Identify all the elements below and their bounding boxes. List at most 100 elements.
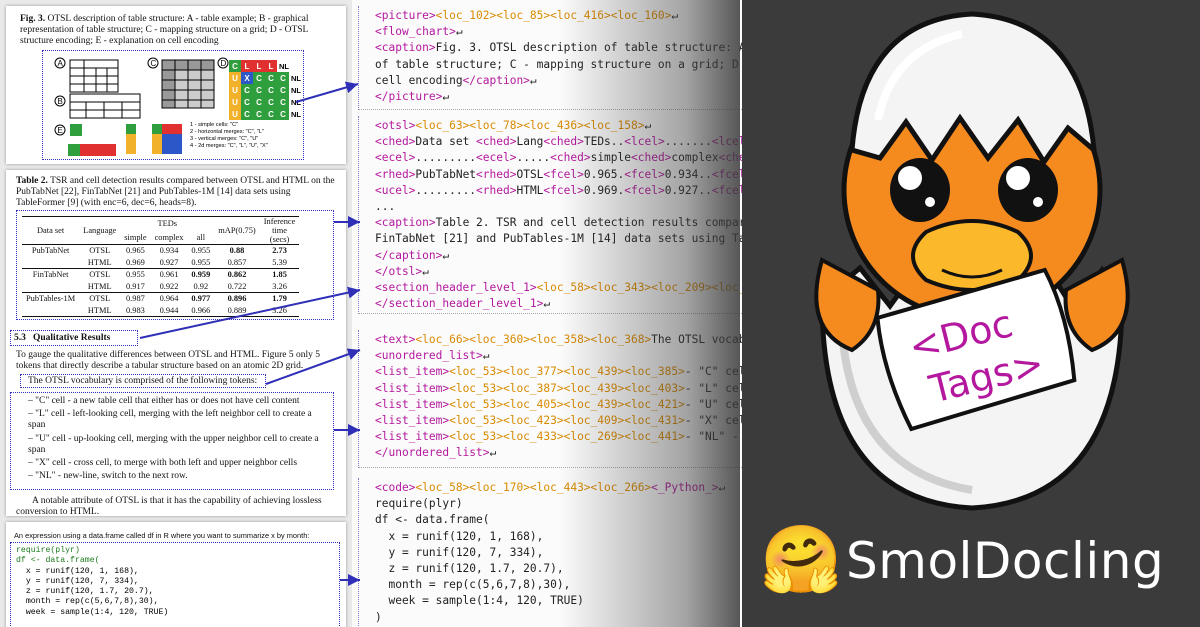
doctags-line: of table structure; C - mapping structur… [375, 57, 739, 71]
table-cell: 0.955 [125, 270, 145, 280]
paper-code-line: df <- data.frame( [16, 556, 100, 566]
otsl-token: U [229, 96, 241, 108]
doctags-otsl-block: <otsl><loc_63><loc_78><loc_436><loc_158>… [358, 116, 742, 314]
otsl-token: C [253, 72, 265, 84]
svg-text:E: E [58, 126, 63, 135]
section-number: 5.3 [14, 333, 26, 343]
doctags-line: FinTabNet [21] and PubTables-1M [14] dat… [375, 232, 742, 246]
doctags-line: <ucel>.........<rhed>HTML<fcel>0.969.<fc… [375, 183, 742, 197]
otsl-token: C [253, 108, 265, 120]
paper-code-block: require(plyr) df <- data.frame( x = runif… [16, 546, 168, 618]
otsl-token: C [253, 96, 265, 108]
figure-legend: 1 - simple cells: "C" 2 - horizontal mer… [190, 122, 268, 150]
table-caption-label: Table 2. [16, 176, 48, 186]
qualitative-paragraph: To gauge the qualitative differences bet… [16, 350, 321, 372]
duck-left-eye [890, 158, 950, 222]
paper-code-line: week = sample(1:4, 120, TRUE) [16, 607, 169, 617]
figure-caption-text: OTSL description of table structure: A -… [20, 14, 309, 46]
otsl-token: C [265, 108, 277, 120]
otsl-token: C [277, 84, 289, 96]
table-caption: Table 2. TSR and cell detection results … [16, 176, 338, 209]
doctags-line: </otsl>↵ [375, 264, 429, 278]
svg-text:C: C [151, 59, 157, 68]
table-cell: 0.722 [227, 281, 247, 291]
legend-item: 1 - simple cells: "C" [190, 122, 239, 128]
paper-code-sheet: An expression using a data.frame called … [6, 522, 346, 627]
otsl-token: C [253, 84, 265, 96]
table-cell: 0.862 [227, 270, 247, 280]
table-cell: 0.922 [159, 281, 179, 291]
table-cell: 0.889 [227, 305, 247, 315]
table-cell: PubTables-1M [26, 294, 76, 304]
doctags-line: ) [375, 610, 382, 624]
table-row: PubTabNet OTSL 0.965 0.934 0.955 0.88 2.73 [22, 244, 300, 257]
table-cell: OTSL [89, 246, 111, 256]
table-row: HTML 0.917 0.922 0.92 0.722 3.26 [22, 281, 299, 293]
table-cell: 0.959 [191, 270, 211, 280]
th-dataset: Data set [36, 226, 65, 235]
otsl-token: L [265, 60, 277, 72]
doctags-line: </unordered_list>↵ [375, 446, 497, 460]
otsl-token: L [253, 60, 265, 72]
doctags-line: <flow_chart>↵ [375, 25, 463, 39]
otsl-token: NL [291, 110, 301, 119]
legend-item: 2 - horizontal merges: "C", "L" [190, 129, 264, 135]
table-cell [22, 305, 79, 317]
otsl-encoding-grid: C L L L NL U X C C C NL U C C C C NL U C C C C NL U C C C C NL [229, 60, 309, 122]
legend-item: 4 - 2d merges: "C", "L", "U", "X" [190, 143, 268, 149]
doctags-line: <section_header_level_1><loc_58><loc_343… [375, 281, 742, 295]
hugging-face-emoji: 🤗 [760, 524, 843, 597]
svg-text:D: D [221, 59, 227, 68]
table-caption-text: TSR and cell detection results compared … [16, 176, 335, 208]
figure-caption-label: Fig. 3. [20, 14, 46, 24]
table-cell: 0.896 [227, 294, 247, 304]
legend-item: 3 - vertical merges: "C", "U" [190, 136, 259, 142]
th-teds: TEDs [157, 219, 178, 229]
vocab-intro: The OTSL vocabulary is comprised of the … [28, 376, 258, 386]
table-cell: 2.73 [272, 246, 287, 256]
table-cell: 3.26 [272, 305, 287, 315]
table-row: HTML 0.983 0.944 0.966 0.889 3.26 [22, 305, 299, 317]
doctags-list-block: <text><loc_66><loc_360><loc_358><loc_368… [358, 330, 742, 468]
paper-code-line: x = runif(120, 1, 168), [16, 566, 139, 576]
doctags-line: ... [375, 200, 396, 214]
table-cell: 0.983 [125, 305, 145, 315]
th-complex: complex [154, 232, 184, 242]
otsl-token: C [277, 108, 289, 120]
doctags-line: df <- data.frame( [375, 513, 490, 527]
doctags-line: <list_item><loc_53><loc_423><loc_409><lo… [375, 414, 742, 428]
doctags-line: <ecel>.........<ecel>.....<ched>simple<c… [375, 151, 742, 165]
fig-e-simple [70, 124, 82, 136]
otsl-token: C [277, 96, 289, 108]
doctags-line: <otsl><loc_63><loc_78><loc_436><loc_158>… [375, 119, 652, 132]
th-simple: simple [124, 232, 147, 242]
paper-table-sheet: Table 2. TSR and cell detection results … [6, 170, 346, 517]
table-cell: 0.955 [191, 246, 211, 256]
otsl-token: C [241, 108, 253, 120]
paper-page-preview: Fig. 3. OTSL description of table struct… [0, 0, 352, 627]
th-time: Inference time (secs) [263, 217, 296, 244]
otsl-token: U [229, 108, 241, 120]
table-cell: 0.964 [159, 294, 179, 304]
table-cell: 1.85 [272, 270, 287, 280]
table-cell: OTSL [89, 270, 111, 280]
table-cell: 0.966 [191, 305, 211, 315]
table-cell: 0.961 [159, 270, 179, 280]
th-all: all [196, 232, 206, 242]
paper-figure-sheet: Fig. 3. OTSL description of table struct… [6, 6, 346, 164]
table-cell: 0.965 [125, 246, 145, 256]
doctags-line: <rhed>PubTabNet<rhed>OTSL<fcel>0.965.<fc… [375, 167, 742, 181]
th-map: mAP(0.75) [218, 226, 256, 235]
paper-code-line: z = runif(120, 1.7, 20.7), [16, 587, 154, 597]
doctags-line: <ched>Data set <ched>Lang<ched>TEDs..<lc… [375, 135, 742, 149]
doctags-picture-block: <picture><loc_102><loc_85><loc_416><loc_… [358, 6, 742, 110]
table-row: HTML 0.969 0.927 0.955 0.857 5.39 [22, 257, 299, 269]
otsl-token: NL [291, 74, 301, 83]
table-cell: 0.969 [125, 257, 145, 267]
doctags-line: </section_header_level_1>↵ [375, 297, 551, 311]
table-cell: 0.917 [125, 281, 145, 291]
paper-code-line: require(plyr) [16, 546, 80, 555]
otsl-token: C [265, 84, 277, 96]
doctags-line: z = runif(120, 1.7, 20.7), [375, 562, 564, 576]
otsl-token: NL [279, 62, 289, 71]
